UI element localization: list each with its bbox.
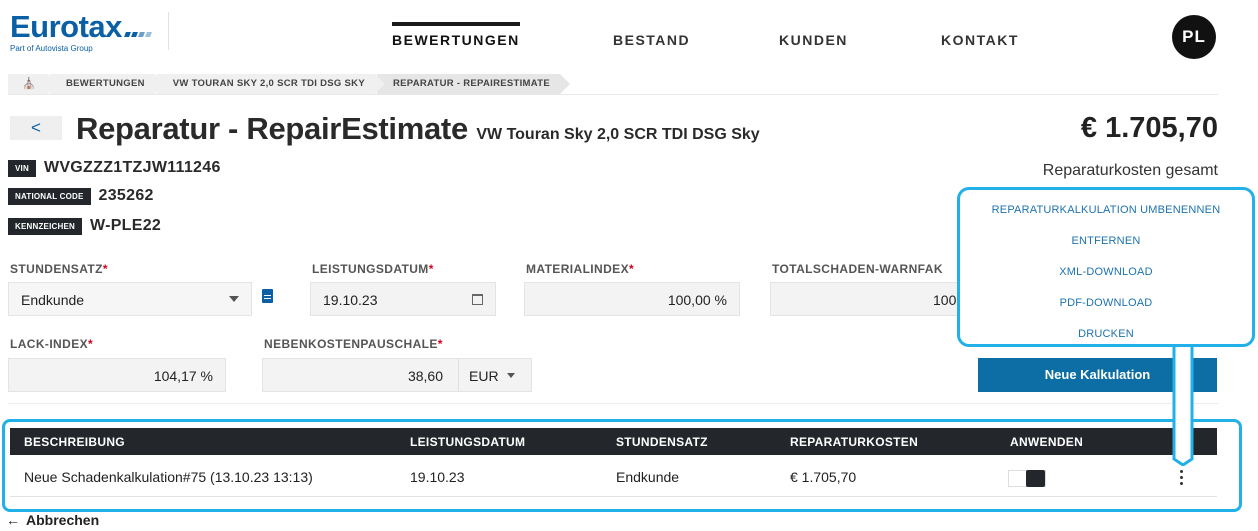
- table-highlight-frame: [2, 419, 1242, 512]
- breadcrumb: ⛪ BEWERTUNGEN VW TOURAN SKY 2,0 SCR TDI …: [8, 74, 570, 94]
- breadcrumb-divider: [8, 94, 1218, 95]
- menu-rename[interactable]: REPARATURKALKULATION UMBENENNEN: [960, 204, 1252, 216]
- national-code-value: 235262: [98, 187, 154, 204]
- home-icon: ⛪: [22, 78, 36, 90]
- vin-value: WVGZZZ1TZJW111246: [43, 159, 221, 176]
- nav-kontakt[interactable]: KONTAKT: [941, 32, 1019, 48]
- kennzeichen-value: W-PLE22: [89, 217, 162, 234]
- lack-index-input[interactable]: 104,17 %: [8, 358, 226, 392]
- chevron-down-icon: [229, 296, 239, 302]
- leistungsdatum-input[interactable]: 19.10.23: [310, 282, 496, 316]
- back-button[interactable]: <: [10, 116, 62, 140]
- total-price: € 1.705,70: [1080, 112, 1218, 144]
- lack-index-value: 104,17 %: [153, 368, 213, 384]
- nebenkosten-input[interactable]: 38,60 EUR: [262, 358, 532, 392]
- user-avatar[interactable]: PL: [1172, 15, 1216, 59]
- logo-name: Eurotax: [10, 9, 122, 44]
- logo-dots-icon: [124, 12, 153, 42]
- vin-tag: VIN: [8, 159, 36, 177]
- materialindex-value: 100,00 %: [667, 292, 727, 308]
- menu-pdf-download[interactable]: PDF-DOWNLOAD: [960, 297, 1252, 309]
- top-header: Eurotax Part of Autovista Group BEWERTUN…: [0, 0, 1258, 70]
- logo-divider: [168, 12, 169, 50]
- stundensatz-value: Endkunde: [21, 292, 85, 308]
- kennzeichen-tag: KENNZEICHEN: [8, 217, 82, 235]
- menu-print[interactable]: DRUCKEN: [960, 328, 1252, 340]
- leistungsdatum-value: 19.10.23: [323, 292, 378, 308]
- nebenkosten-value: 38,60: [407, 368, 443, 384]
- nebenkosten-label: NEBENKOSTENPAUSCHALE*: [264, 337, 443, 351]
- breadcrumb-home[interactable]: ⛪: [8, 74, 58, 94]
- cancel-link[interactable]: ← Abbrechen: [6, 512, 99, 528]
- page-title: Reparatur - RepairEstimate VW Touran Sky…: [76, 111, 760, 147]
- page-title-main: Reparatur - RepairEstimate: [76, 111, 468, 146]
- eurotax-logo[interactable]: Eurotax Part of Autovista Group: [10, 9, 153, 53]
- national-code-tag: NATIONAL CODE: [8, 187, 91, 205]
- nav-bewertungen[interactable]: BEWERTUNGEN: [392, 22, 520, 48]
- chevron-down-icon[interactable]: [507, 373, 515, 378]
- calendar-icon[interactable]: [472, 294, 483, 305]
- nav-bestand[interactable]: BESTAND: [613, 32, 690, 48]
- breadcrumb-vehicle[interactable]: VW TOURAN SKY 2,0 SCR TDI DSG SKY: [156, 74, 386, 94]
- total-price-label: Reparaturkosten gesamt: [1042, 162, 1218, 179]
- lack-index-label: LACK-INDEX*: [10, 337, 94, 351]
- nebenkosten-unit[interactable]: EUR: [469, 368, 499, 384]
- leistungsdatum-label: LEISTUNGSDATUM*: [312, 262, 434, 276]
- nav-kunden[interactable]: KUNDEN: [779, 32, 848, 48]
- breadcrumb-current: REPARATUR - REPAIRESTIMATE: [376, 74, 570, 94]
- page-title-vehicle: VW Touran Sky 2,0 SCR TDI DSG Sky: [476, 126, 760, 143]
- materialindex-label: MATERIALINDEX*: [526, 262, 635, 276]
- chevron-left-icon: <: [31, 118, 41, 137]
- menu-remove[interactable]: ENTFERNEN: [960, 235, 1252, 247]
- vin-row: VIN WVGZZZ1TZJW111246: [8, 158, 221, 178]
- callout-pointer: [1172, 341, 1194, 466]
- document-icon[interactable]: [262, 289, 273, 303]
- totalschaden-label: TOTALSCHADEN-WARNFAK: [772, 262, 943, 276]
- kennzeichen-row: KENNZEICHEN W-PLE22: [8, 216, 161, 236]
- materialindex-input[interactable]: 100,00 %: [524, 282, 740, 316]
- stundensatz-label: STUNDENSATZ*: [10, 262, 108, 276]
- form-divider: [8, 403, 1218, 404]
- totalschaden-input[interactable]: 100,0: [770, 282, 970, 316]
- logo-subtitle: Part of Autovista Group: [10, 44, 93, 53]
- menu-xml-download[interactable]: XML-DOWNLOAD: [960, 266, 1252, 278]
- context-menu: REPARATURKALKULATION UMBENENNEN ENTFERNE…: [957, 187, 1255, 347]
- arrow-left-icon: ←: [6, 512, 20, 528]
- breadcrumb-bewertungen[interactable]: BEWERTUNGEN: [50, 74, 165, 94]
- unit-divider: [458, 359, 459, 391]
- national-code-row: NATIONAL CODE 235262: [8, 186, 154, 206]
- stundensatz-select[interactable]: Endkunde: [8, 282, 252, 316]
